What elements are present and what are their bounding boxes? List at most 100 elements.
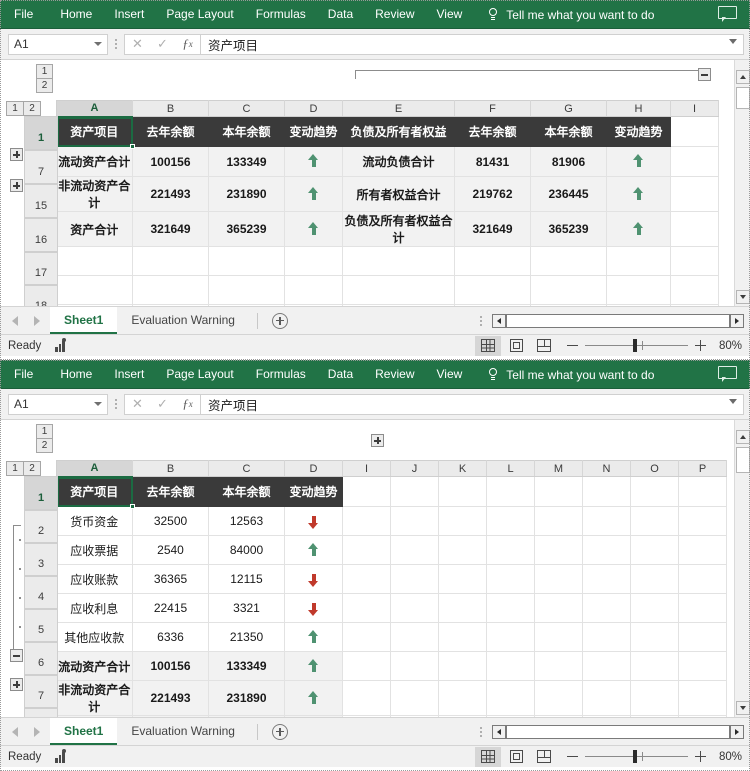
cell-c19[interactable] — [208, 304, 285, 306]
cell-h19[interactable] — [606, 304, 671, 306]
column-header-h[interactable]: H — [606, 100, 671, 117]
page-break-view-button[interactable] — [531, 336, 557, 356]
ribbon-tab-formulas[interactable]: Formulas — [245, 360, 317, 389]
cell-n15[interactable] — [582, 680, 631, 716]
row-header-16[interactable]: 16 — [24, 218, 58, 252]
ribbon-tab-file[interactable]: File — [0, 360, 49, 389]
cell-k2[interactable] — [438, 506, 487, 536]
ribbon-tab-home[interactable]: Home — [49, 0, 103, 29]
cell-f1[interactable]: 去年余额 — [454, 116, 531, 147]
sheet-tab-evaluation-warning[interactable]: Evaluation Warning — [117, 307, 249, 334]
cell-i15[interactable] — [342, 680, 391, 716]
ribbon-tab-review[interactable]: Review — [364, 0, 425, 29]
share-screen-icon[interactable] — [718, 6, 738, 22]
cell-f18[interactable] — [454, 275, 531, 305]
cell-j1[interactable] — [390, 476, 439, 507]
cell-e18[interactable] — [342, 275, 455, 305]
cell-b6[interactable]: 6336 — [132, 622, 209, 652]
cell-e16[interactable]: 负债及所有者权益合计 — [342, 211, 455, 247]
cell-i16[interactable] — [670, 211, 719, 247]
ribbon-tab-data[interactable]: Data — [317, 360, 364, 389]
cell-k3[interactable] — [438, 535, 487, 565]
column-header-a[interactable]: A — [56, 460, 133, 478]
sheet-tab-evaluation-warning[interactable]: Evaluation Warning — [117, 718, 249, 745]
cell-i19[interactable] — [670, 304, 719, 306]
cell-a7[interactable]: 流动资产合计 — [56, 651, 133, 681]
cell-e15[interactable]: 所有者权益合计 — [342, 176, 455, 212]
cell-b16[interactable]: 321649 — [132, 211, 209, 247]
cell-g1[interactable]: 本年余额 — [530, 116, 607, 147]
cell-d18[interactable] — [284, 275, 343, 305]
row-header-4[interactable]: 4 — [24, 576, 58, 609]
cell-i4[interactable] — [342, 564, 391, 594]
name-box[interactable]: A1 — [8, 393, 108, 415]
cell-d7[interactable] — [284, 146, 343, 177]
cell-a6[interactable]: 其他应收款 — [56, 622, 133, 652]
column-header-b[interactable]: B — [132, 100, 209, 117]
cell-j7[interactable] — [390, 651, 439, 681]
nav-prev-icon[interactable] — [12, 726, 18, 737]
cell-a15[interactable]: 非流动资产合计 — [56, 176, 133, 212]
zoom-out-icon[interactable] — [567, 751, 578, 762]
cell-o3[interactable] — [630, 535, 679, 565]
cell-o15[interactable] — [630, 680, 679, 716]
cell-p7[interactable] — [678, 651, 727, 681]
cell-i1[interactable] — [342, 476, 391, 507]
cell-d16[interactable] — [284, 211, 343, 247]
cancel-icon[interactable]: ✕ — [125, 35, 150, 54]
column-header-o[interactable]: O — [630, 460, 679, 477]
cell-b4[interactable]: 36365 — [132, 564, 209, 594]
name-box[interactable]: A1 — [8, 33, 108, 55]
cell-d4[interactable] — [284, 564, 343, 594]
cell-m3[interactable] — [534, 535, 583, 565]
outline-collapse-icon[interactable] — [698, 68, 711, 81]
cell-o16[interactable] — [630, 715, 679, 717]
formula-input[interactable]: 资产项目 — [201, 33, 744, 55]
row-header-2[interactable]: 2 — [24, 510, 58, 543]
cell-h15[interactable] — [606, 176, 671, 212]
cell-i5[interactable] — [342, 593, 391, 623]
cell-g15[interactable]: 236445 — [530, 176, 607, 212]
cell-b5[interactable]: 22415 — [132, 593, 209, 623]
cell-b17[interactable] — [132, 246, 209, 276]
cell-k7[interactable] — [438, 651, 487, 681]
row-outline-level-2[interactable]: 2 — [36, 78, 53, 93]
cell-p5[interactable] — [678, 593, 727, 623]
cell-k16[interactable] — [438, 715, 487, 717]
cell-d6[interactable] — [284, 622, 343, 652]
cell-a16[interactable]: 资产合计 — [56, 715, 133, 717]
ribbon-tab-file[interactable]: File — [0, 0, 49, 29]
cell-a1[interactable]: 资产项目 — [56, 116, 135, 148]
column-header-c[interactable]: C — [208, 460, 285, 477]
hscroll-left-icon[interactable] — [492, 724, 506, 739]
cell-h17[interactable] — [606, 246, 671, 276]
cell-o1[interactable] — [630, 476, 679, 507]
cell-g7[interactable]: 81906 — [530, 146, 607, 177]
cell-a2[interactable]: 货币资金 — [56, 506, 133, 536]
column-header-k[interactable]: K — [438, 460, 487, 477]
scroll-down-icon[interactable] — [736, 701, 750, 715]
outline-expand-icon[interactable] — [371, 434, 384, 447]
cell-p4[interactable] — [678, 564, 727, 594]
row-header-3[interactable]: 3 — [24, 543, 58, 576]
cell-l5[interactable] — [486, 593, 535, 623]
column-header-e[interactable]: E — [342, 100, 455, 117]
formula-expand-icon[interactable] — [729, 38, 737, 44]
column-header-d[interactable]: D — [284, 100, 343, 117]
nav-prev-icon[interactable] — [12, 315, 18, 326]
cell-d15[interactable] — [284, 176, 343, 212]
ribbon-tab-home[interactable]: Home — [49, 360, 103, 389]
cell-j16[interactable] — [390, 715, 439, 717]
confirm-icon[interactable]: ✓ — [150, 35, 175, 54]
cell-d1[interactable]: 变动趋势 — [284, 116, 343, 147]
tell-me-box[interactable]: Tell me what you want to do — [487, 367, 654, 382]
row-header-1[interactable]: 1 — [24, 476, 58, 510]
cell-j15[interactable] — [390, 680, 439, 716]
cell-b15[interactable]: 221493 — [132, 176, 209, 212]
cell-n16[interactable] — [582, 715, 631, 717]
cell-j4[interactable] — [390, 564, 439, 594]
cell-o2[interactable] — [630, 506, 679, 536]
outline-expand-icon[interactable] — [10, 678, 23, 691]
cell-o4[interactable] — [630, 564, 679, 594]
column-header-f[interactable]: F — [454, 100, 531, 117]
